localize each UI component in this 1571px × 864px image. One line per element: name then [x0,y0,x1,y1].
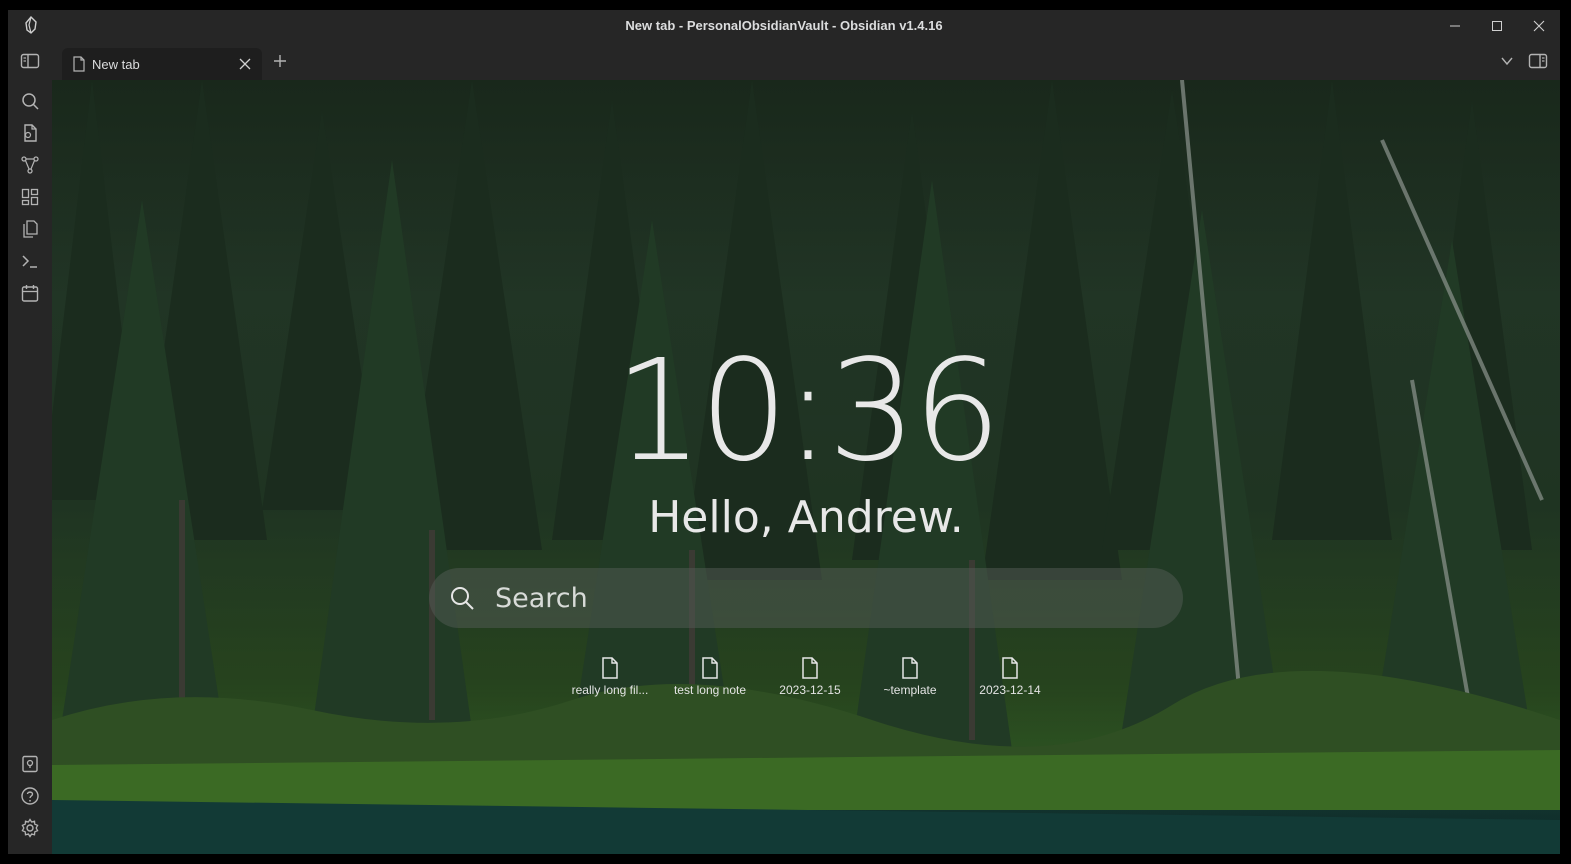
minimize-button[interactable] [1434,10,1476,41]
recent-file[interactable]: test long note [660,657,760,707]
file-name: test long note [673,683,747,697]
file-name: 2023-12-15 [779,683,841,697]
file-icon [802,657,818,679]
templates-icon[interactable] [20,219,40,239]
file-name: 2023-12-14 [979,683,1041,697]
recent-file[interactable]: really long fil... [560,657,660,707]
title-bar: New tab - PersonalObsidianVault - Obsidi… [8,10,1560,41]
search-icon [451,587,474,610]
search-icon[interactable] [20,91,40,111]
canvas-icon[interactable] [20,187,40,207]
window-title: New tab - PersonalObsidianVault - Obsidi… [625,18,943,33]
minimize-icon [1450,25,1460,26]
recent-file[interactable]: 2023-12-14 [960,657,1060,707]
obsidian-window: New tab - PersonalObsidianVault - Obsidi… [8,10,1560,854]
maximize-button[interactable] [1476,10,1518,41]
search-placeholder: Search [495,582,588,614]
command-palette-icon[interactable] [20,251,40,271]
recent-file[interactable]: 2023-12-15 [760,657,860,707]
graph-view-icon[interactable] [20,155,40,175]
new-tab-view: 10:36 Hello, Andrew. Search really long … [52,80,1560,854]
recent-files: really long fil... test long note 2023-1… [560,657,1060,707]
close-icon [1533,20,1545,31]
vault-switch-icon[interactable] [20,754,40,774]
greeting: Hello, Andrew. [648,492,964,543]
file-icon [1002,657,1018,679]
settings-icon[interactable] [20,818,40,838]
right-sidebar-toggle-icon[interactable] [1528,52,1548,70]
obsidian-logo-icon [25,16,37,34]
chevron-down-icon[interactable] [1500,55,1514,67]
tab-label: New tab [92,56,140,72]
close-window-button[interactable] [1518,10,1560,41]
window-controls [1434,10,1560,41]
sidebar-toggle-icon[interactable] [20,52,40,70]
new-tab-icon[interactable] [272,53,288,69]
close-tab-icon[interactable] [238,57,252,71]
home-search-bar[interactable]: Search [429,568,1183,628]
file-name: really long fil... [571,683,649,697]
maximize-icon [1492,20,1502,31]
tab-new-tab[interactable]: New tab [62,48,262,80]
daily-note-icon[interactable] [20,283,40,303]
help-icon[interactable] [20,786,40,806]
tab-bar: New tab [8,41,1560,80]
left-ribbon [8,80,53,854]
file-icon [702,657,718,679]
file-icon [602,657,618,679]
file-name: ~template [883,683,937,697]
file-icon [73,56,85,72]
clock: 10:36 [614,330,1001,493]
quick-switcher-icon[interactable] [20,123,40,143]
file-icon [902,657,918,679]
recent-file[interactable]: ~template [860,657,960,707]
